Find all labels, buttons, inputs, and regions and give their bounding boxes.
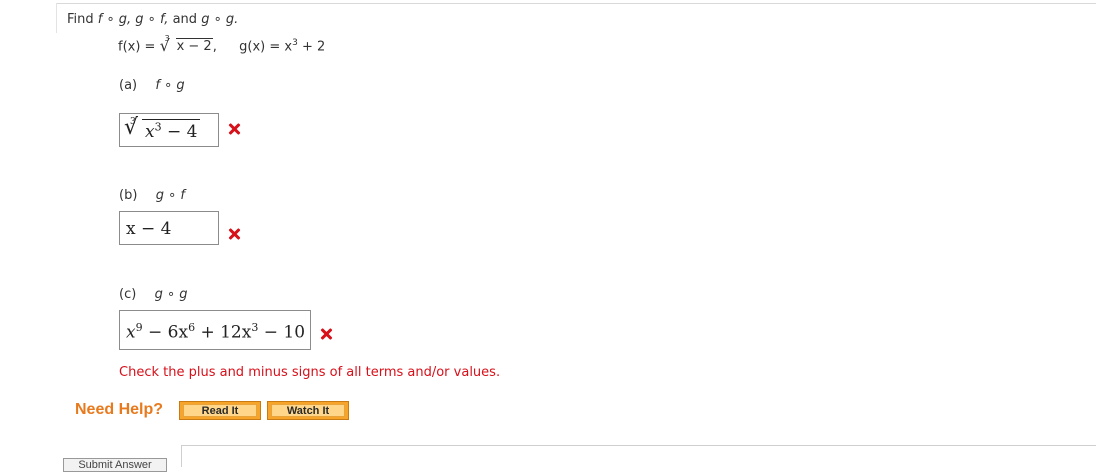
incorrect-x-icon	[228, 123, 240, 135]
feedback-message: Check the plus and minus signs of all te…	[119, 365, 501, 380]
f-def-prefix: f(x) =	[118, 39, 160, 55]
part-c-letter: (c)	[119, 287, 137, 302]
part-a-operation: f ∘ g	[155, 78, 185, 93]
radical-sign-icon: √	[124, 115, 139, 140]
part-b-operation: g ∘ f	[155, 188, 185, 203]
part-a-answer-field[interactable]: 3 √ x3 − 4	[119, 113, 219, 147]
part-a-letter: (a)	[119, 78, 138, 93]
read-it-button[interactable]: Read It	[179, 401, 261, 420]
prompt-fog: f ∘ g,	[97, 12, 132, 27]
part-b-label: (b) g ∘ f	[119, 188, 185, 203]
part-b-answer-field[interactable]: x − 4	[119, 211, 219, 245]
part-c-exp-2: 6	[188, 321, 196, 334]
part-c-term-3: + 12x	[195, 322, 252, 343]
part-c-answer-field[interactable]: x9 − 6x6 + 12x3 − 10	[119, 310, 311, 350]
submit-answer-button[interactable]: Submit Answer	[63, 458, 167, 472]
part-a-exponent: 3	[154, 120, 162, 133]
part-a-cube-root: 3 √ x3 − 4	[124, 115, 201, 142]
part-a-rest: − 4	[161, 121, 198, 142]
radical-sign-icon: √	[159, 36, 170, 56]
incorrect-x-icon	[320, 328, 332, 340]
part-c-exp-1: 9	[135, 321, 143, 334]
prompt-gof: g ∘ f,	[135, 12, 169, 27]
part-a-base: x	[145, 121, 155, 142]
g-def-prefix: g(x) = x	[239, 39, 293, 55]
watch-it-button[interactable]: Watch It	[267, 401, 349, 420]
watch-it-label: Watch It	[286, 404, 330, 417]
top-divider-left	[56, 3, 57, 33]
part-b-answer-text: x − 4	[126, 219, 172, 239]
part-c-operation: g ∘ g	[154, 287, 188, 302]
g-def-suffix: + 2	[297, 39, 326, 55]
read-it-label: Read It	[201, 404, 239, 417]
function-definitions: f(x) = 3 √ x − 2, g(x) = x3 + 2	[118, 34, 326, 56]
f-cube-root: 3 √ x − 2	[159, 34, 213, 56]
part-b-letter: (b)	[119, 188, 138, 203]
part-a-label: (a) f ∘ g	[119, 78, 185, 93]
incorrect-x-icon	[228, 228, 240, 240]
prompt-find: Find	[67, 12, 94, 27]
need-help-label: Need Help?	[75, 401, 164, 418]
bottom-divider-left	[181, 445, 182, 467]
part-c-term-2: − 6x	[142, 322, 189, 343]
part-c-label: (c) g ∘ g	[119, 287, 187, 302]
part-c-term-4: − 10	[258, 322, 306, 343]
top-divider	[56, 3, 1096, 4]
prompt-gog: g ∘ g.	[201, 12, 239, 27]
f-radicand: x − 2	[175, 38, 213, 55]
part-c-term-1: x	[126, 322, 136, 343]
bottom-divider	[181, 445, 1096, 446]
prompt-and: and	[172, 12, 198, 27]
f-def-suffix: ,	[212, 39, 217, 55]
question-prompt: Find f ∘ g, g ∘ f, and g ∘ g.	[67, 12, 238, 27]
